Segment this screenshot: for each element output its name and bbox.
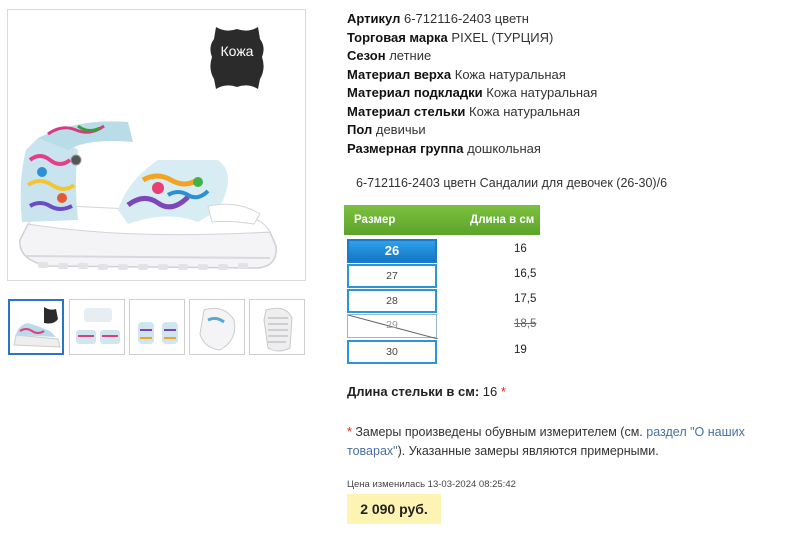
asterisk-mark: * bbox=[500, 384, 506, 399]
insole-length: Длина стельки в см: 16 * bbox=[347, 384, 506, 399]
product-specs: Артикул 6-712116-2403 цветн Торговая мар… bbox=[347, 10, 787, 158]
thumbnail-image bbox=[13, 307, 61, 348]
thumbnail-image bbox=[263, 307, 293, 352]
thumbnail-image bbox=[138, 322, 178, 344]
thumbnail-1[interactable] bbox=[8, 299, 64, 355]
size-length: 16,5 bbox=[514, 268, 537, 280]
asterisk-mark: * bbox=[347, 425, 352, 439]
size-row: 29 18,5 bbox=[347, 314, 547, 339]
thumbnail-5[interactable] bbox=[249, 299, 305, 355]
thumbnail-image bbox=[199, 307, 236, 351]
size-option-28[interactable]: 28 bbox=[347, 289, 437, 313]
size-row: 26 16 bbox=[347, 239, 547, 263]
spec-brand: Торговая марка PIXEL (ТУРЦИЯ) bbox=[347, 29, 554, 45]
thumbnail-4[interactable] bbox=[189, 299, 245, 355]
spec-size-group: Размерная группа дошкольная bbox=[347, 140, 541, 156]
size-option-30[interactable]: 30 bbox=[347, 340, 437, 364]
spec-article: Артикул 6-712116-2403 цветн bbox=[347, 11, 529, 26]
product-main-image[interactable]: Кожа bbox=[7, 9, 306, 281]
size-row: 28 17,5 bbox=[347, 289, 547, 313]
spec-insole-material: Материал стельки Кожа натуральная bbox=[347, 103, 581, 119]
size-column-header: Размер bbox=[354, 214, 396, 226]
note-text-end: ). Указанные замеры являются примерными. bbox=[397, 444, 659, 458]
spec-season: Сезон летние bbox=[347, 48, 432, 63]
size-option-29-unavailable: 29 bbox=[347, 314, 438, 339]
size-option-27[interactable]: 27 bbox=[347, 264, 437, 288]
size-row: 27 16,5 bbox=[347, 264, 547, 288]
spec-gender: Пол девичьи bbox=[347, 122, 426, 137]
size-length: 19 bbox=[514, 344, 527, 356]
spec-upper-material: Материал верха Кожа натуральная bbox=[347, 66, 566, 82]
thumbnail-3[interactable] bbox=[129, 299, 185, 355]
thumbnail-2[interactable] bbox=[69, 299, 125, 355]
size-table-header: Размер Длина в см bbox=[344, 205, 540, 235]
price-changed-date: Цена изменилась 13-03-2024 08:25:42 bbox=[347, 479, 516, 490]
leather-badge: Кожа bbox=[206, 23, 268, 93]
size-option-26[interactable]: 26 bbox=[347, 239, 437, 263]
spec-lining-material: Материал подкладки Кожа натуральная bbox=[347, 85, 598, 100]
thumbnail-image bbox=[76, 308, 120, 344]
measurement-note: * Замеры произведены обувным измерителем… bbox=[347, 423, 777, 461]
price: 2 090 руб. bbox=[347, 494, 441, 524]
size-length: 18,5 bbox=[514, 318, 537, 330]
note-text: Замеры произведены обувным измерителем (… bbox=[355, 425, 643, 439]
insole-length-label: Длина стельки в см: bbox=[347, 384, 480, 399]
size-label: 29 bbox=[386, 319, 398, 331]
size-length: 17,5 bbox=[514, 293, 537, 305]
size-row: 30 19 bbox=[347, 340, 547, 364]
leather-badge-label: Кожа bbox=[220, 43, 254, 59]
length-column-header: Длина в см bbox=[470, 214, 535, 226]
insole-length-value: 16 bbox=[482, 384, 498, 399]
product-description: 6-712116-2403 цветн Сандалии для девочек… bbox=[356, 176, 668, 190]
size-length: 16 bbox=[514, 243, 527, 255]
